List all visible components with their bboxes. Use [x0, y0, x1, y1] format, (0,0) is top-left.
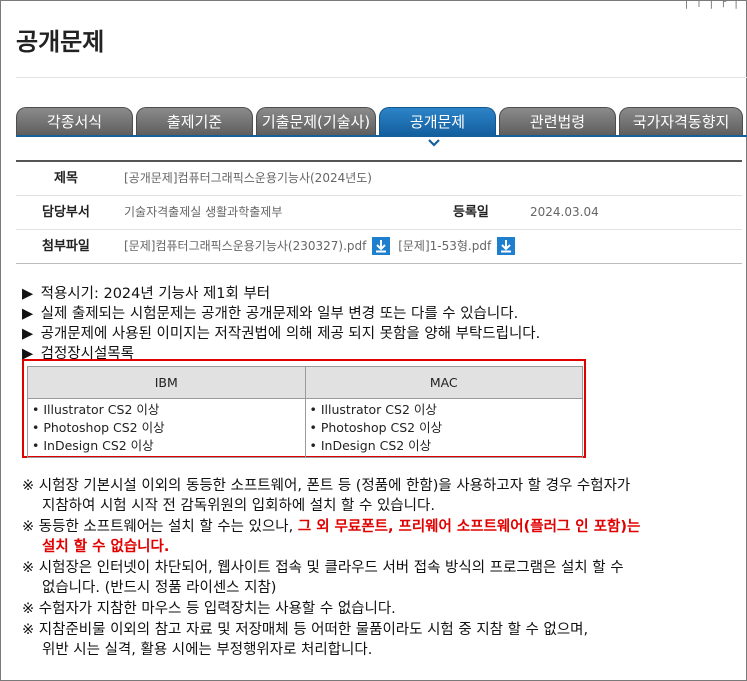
facility-table: IBM MAC • Illustrator CS2 이상 • Photoshop…	[27, 366, 583, 458]
triangle-bullet-icon: ▶	[22, 306, 34, 322]
date-value: 2024.03.04	[530, 205, 599, 219]
warning-item: ※ 시험장은 인터넷이 차단되어, 웹사이트 접속 및 클라우드 서버 접속 방…	[22, 560, 624, 596]
dept-value: 기술자격출제실 생활과학출제부	[124, 205, 283, 219]
mac-software-cell: • Illustrator CS2 이상 • Photoshop CS2 이상 …	[304, 398, 583, 458]
top-cut-text: | ㅣ | ㅏ |	[684, 0, 739, 9]
download-icon[interactable]	[372, 236, 391, 255]
files-label: 첨부파일	[42, 239, 90, 254]
file-link-2[interactable]: [문제]1-53형.pdf	[398, 239, 491, 253]
software-item: • InDesign CS2 이상	[32, 438, 154, 453]
tab-public-exams[interactable]: 공개문제	[379, 107, 496, 135]
warning-item: ※ 시험장 기본시설 이외의 동등한 소프트웨어, 폰트 등 (정품에 한함)을…	[22, 478, 631, 514]
notice-list: ▶ 적용시기: 2024년 기능사 제1회 부터 ▶ 실제 출제되는 시험문제는…	[22, 284, 540, 364]
col-header-mac: MAC	[304, 366, 583, 399]
download-icon[interactable]	[497, 236, 516, 255]
col-header-ibm: IBM	[27, 366, 306, 399]
tab-laws[interactable]: 관련법령	[499, 107, 616, 135]
warning-item: ※ 수험자가 지참한 마우스 등 입력장치는 사용할 수 없습니다.	[22, 601, 396, 617]
notice-item: ▶ 공개문제에 사용된 이미지는 저작권법에 의해 제공 되지 못함을 양해 부…	[22, 326, 541, 342]
notice-item: ▶ 적용시기: 2024년 기능사 제1회 부터	[22, 286, 271, 302]
tab-forms[interactable]: 각종서식	[16, 107, 133, 135]
software-item: • Photoshop CS2 이상	[309, 420, 443, 435]
file-link-1[interactable]: [문제]컴퓨터그래픽스운용기능사(230327).pdf	[124, 239, 366, 253]
software-item: • Illustrator CS2 이상	[32, 402, 160, 417]
triangle-bullet-icon: ▶	[22, 326, 34, 342]
notice-item: ▶ 실제 출제되는 시험문제는 공개한 공개문제와 일부 변경 또는 다를 수 …	[22, 306, 519, 322]
warning-item: ※ 지참준비물 이외의 참고 자료 및 저장매체 등 어떠한 물품이라도 시험 …	[22, 622, 589, 658]
triangle-bullet-icon: ▶	[22, 286, 34, 302]
info-row-files: 첨부파일 [문제]컴퓨터그래픽스운용기능사(230327).pdf [문제]1-…	[16, 230, 742, 264]
subject-value: [공개문제]컴퓨터그래픽스운용기능사(2024년도)	[124, 171, 372, 185]
warning-highlight: 설치 할 수 없습니다.	[42, 539, 170, 555]
warning-highlight: 그 외 무료폰트, 프리웨어 소프트웨어(플러그 인 포함)는	[297, 519, 641, 535]
tab-trends[interactable]: 국가자격동향지	[619, 107, 743, 135]
subject-label: 제목	[54, 171, 78, 186]
facility-list-highlight: IBM MAC • Illustrator CS2 이상 • Photoshop…	[22, 359, 586, 458]
date-label: 등록일	[453, 205, 489, 220]
tab-bar: 각종서식 출제기준 기출문제(기술사) 공개문제 관련법령 국가자격동향지	[16, 107, 746, 135]
software-item: • Photoshop CS2 이상	[32, 420, 165, 435]
info-row-dept: 담당부서 기술자격출제실 생활과학출제부 등록일 2024.03.04	[16, 196, 742, 230]
info-table: 제목 [공개문제]컴퓨터그래픽스운용기능사(2024년도) 담당부서 기술자격출…	[16, 160, 742, 264]
title-divider	[16, 77, 747, 78]
page-title: 공개문제	[16, 28, 105, 56]
tab-underline	[16, 135, 747, 137]
tab-past-exams[interactable]: 기출문제(기술사)	[256, 107, 376, 135]
tab-criteria[interactable]: 출제기준	[136, 107, 253, 135]
file-attachments: [문제]컴퓨터그래픽스운용기능사(230327).pdf [문제]1-53형.p…	[124, 230, 516, 263]
info-row-subject: 제목 [공개문제]컴퓨터그래픽스운용기능사(2024년도)	[16, 162, 742, 196]
ibm-software-cell: • Illustrator CS2 이상 • Photoshop CS2 이상 …	[27, 398, 306, 458]
warning-item: ※ 동등한 소프트웨어는 설치 할 수는 있으나, 그 외 무료폰트, 프리웨어…	[22, 519, 641, 555]
dept-label: 담당부서	[42, 205, 90, 220]
warning-list: ※ 시험장 기본시설 이외의 동등한 소프트웨어, 폰트 등 (정품에 한함)을…	[22, 476, 640, 661]
chevron-down-icon	[428, 139, 440, 147]
software-item: • Illustrator CS2 이상	[309, 402, 437, 417]
software-item: • InDesign CS2 이상	[309, 438, 432, 453]
